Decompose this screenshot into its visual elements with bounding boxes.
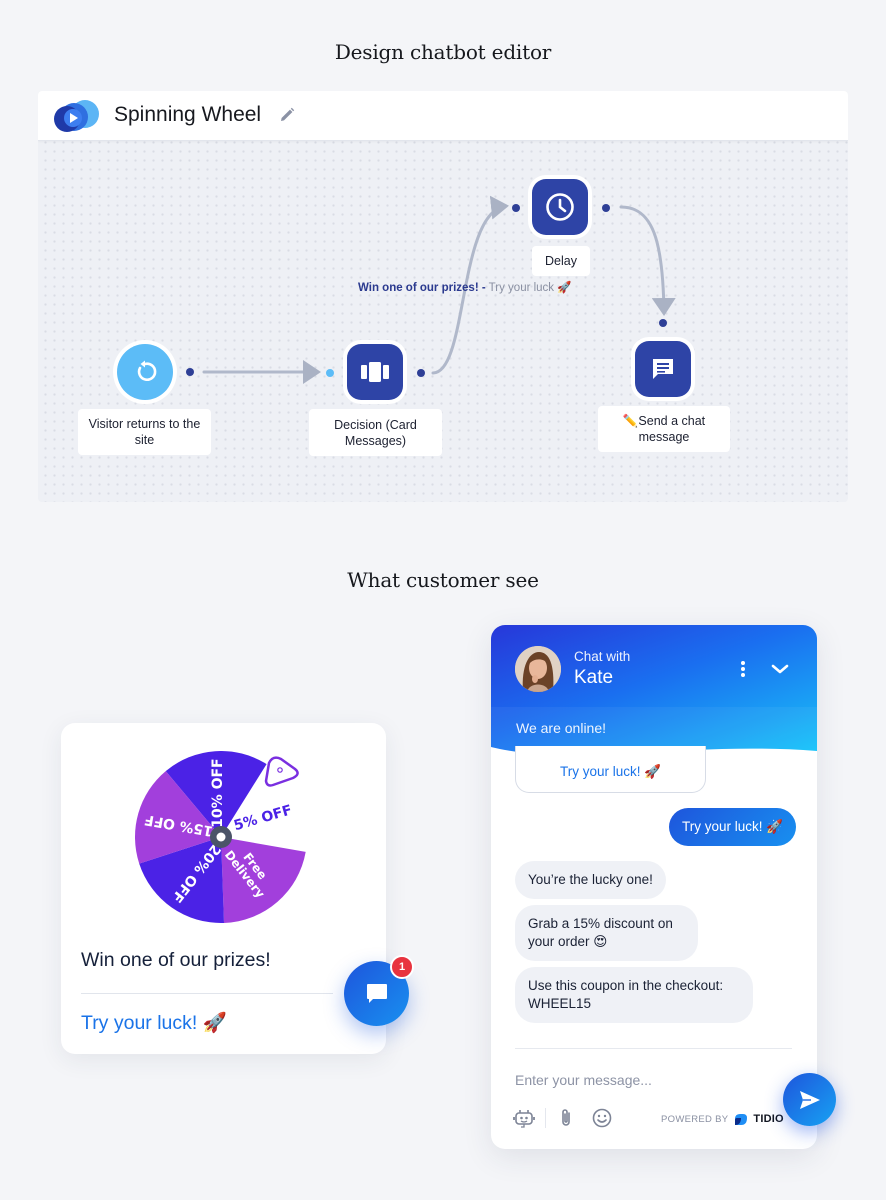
card-try-your-luck-button[interactable]: Try your luck! 🚀 [515, 746, 706, 793]
wheel-popup-card: 10% OFF 5% OFF FreeDelivery 20% OFF 15% OFF … [61, 723, 386, 1054]
port-trigger-out[interactable] [186, 368, 194, 376]
node-send-message[interactable] [631, 337, 695, 401]
wheel-hub-center [216, 832, 226, 842]
wheel-heading: Win one of our prizes! [81, 949, 271, 971]
port-decision-in[interactable] [326, 369, 334, 377]
toolbar-separator [545, 1108, 546, 1128]
section-title-editor: Design chatbot editor [334, 40, 552, 64]
chevron-down-icon[interactable] [769, 661, 791, 677]
node-label-send: ✏️Send a chat message [598, 406, 730, 452]
unread-badge: 1 [390, 955, 414, 979]
edge-delay-send [619, 205, 676, 316]
refresh-icon [137, 360, 157, 382]
edge-label: Win one of our prizes! - Try your luck 🚀 [358, 280, 572, 294]
chat-bubble-icon [366, 983, 387, 1003]
send-button[interactable] [783, 1073, 836, 1126]
cards-icon [361, 362, 389, 382]
brand-name: TIDIO [753, 1113, 784, 1125]
section-title-customer: What customer see [347, 568, 539, 592]
tidio-brand-icon [735, 1114, 748, 1125]
agent-name: Kate [574, 667, 614, 688]
send-icon [799, 1090, 820, 1109]
message-visitor: Try your luck! 🚀 [669, 808, 797, 846]
online-status: We are online! [516, 720, 607, 736]
chatbot-editor: Spinning Wheel Visitor returns to the si… [38, 91, 848, 502]
chat-widget: Chat with Kate We are online! Try your l… [491, 625, 817, 1149]
try-your-luck-button[interactable]: Try your luck! 🚀 [81, 1011, 227, 1035]
wheel-segment-label: 10% OFF [210, 758, 226, 827]
chat-subtitle: Chat with [574, 649, 631, 664]
more-options-icon[interactable] [737, 659, 749, 679]
node-label-trigger: Visitor returns to the site [78, 409, 211, 455]
port-send-in[interactable] [659, 319, 667, 327]
port-delay-out[interactable] [602, 204, 610, 212]
spinning-wheel[interactable]: 10% OFF 5% OFFFreeDelivery20% OFF15% OFF [133, 751, 313, 936]
divider [81, 993, 333, 994]
node-decision[interactable] [343, 340, 407, 404]
chat-icon [653, 359, 673, 379]
clock-icon [546, 193, 574, 221]
node-label-delay: Delay [532, 246, 590, 276]
node-delay[interactable] [528, 175, 592, 239]
powered-by[interactable]: POWERED BY TIDIO [661, 1112, 784, 1126]
message-operator: You’re the lucky one! [515, 861, 666, 899]
message-operator: Grab a 15% discount on your order 😍 [515, 905, 698, 961]
avatar-image [515, 646, 561, 692]
input-divider [515, 1048, 792, 1049]
message-input[interactable] [515, 1069, 775, 1091]
edge-label-button: Try your luck 🚀 [488, 282, 572, 294]
wheel-segment-label: 5% OFF [232, 802, 294, 834]
port-decision-out[interactable] [417, 369, 425, 377]
agent-avatar [515, 646, 561, 692]
message-operator: Use this coupon in the checkout: WHEEL15 [515, 967, 753, 1023]
bot-icon[interactable] [513, 1107, 535, 1129]
node-label-decision: Decision (Card Messages) [309, 409, 442, 456]
emoji-icon[interactable] [591, 1107, 613, 1129]
node-trigger[interactable] [113, 340, 177, 404]
edge-label-title: Win one of our prizes! - [358, 282, 486, 294]
attachment-icon[interactable] [556, 1107, 578, 1129]
port-delay-in[interactable] [512, 204, 520, 212]
powered-by-label: POWERED BY [661, 1113, 729, 1125]
